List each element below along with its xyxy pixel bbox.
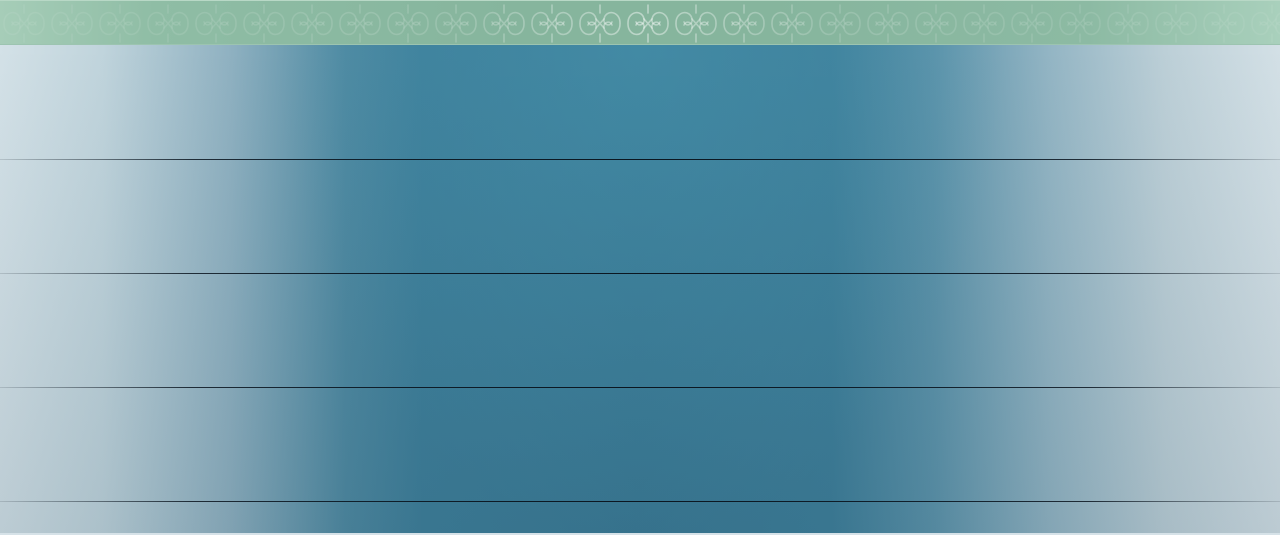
row-divider [0, 387, 1280, 388]
ornament-header-band [0, 0, 1280, 46]
main-content-area [0, 45, 1280, 535]
content-row [0, 388, 1280, 502]
row-divider [0, 159, 1280, 160]
content-row [0, 502, 1280, 535]
content-row [0, 160, 1280, 274]
ornament-pattern-icon [0, 1, 1280, 46]
content-row [0, 274, 1280, 388]
page [0, 0, 1280, 535]
content-row [0, 45, 1280, 159]
row-divider [0, 273, 1280, 274]
row-divider [0, 501, 1280, 502]
